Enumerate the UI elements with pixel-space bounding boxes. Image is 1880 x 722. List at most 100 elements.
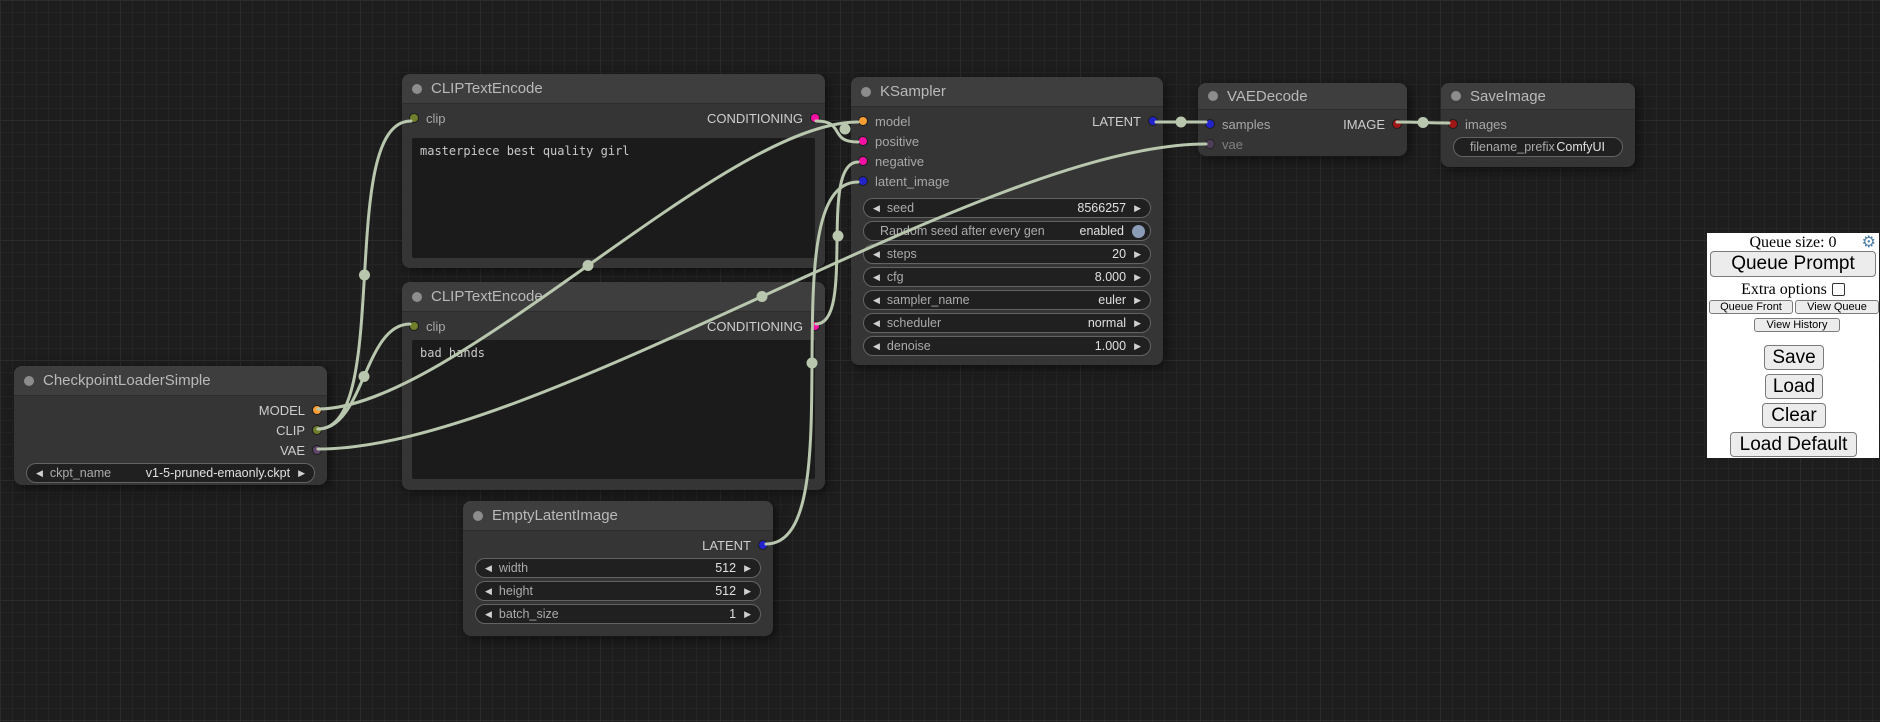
node-title-bar[interactable]: CLIPTextEncode [402,74,825,104]
decrement-icon[interactable]: ◀ [873,204,880,213]
node-save-image[interactable]: SaveImage images filename_prefix ComfyUI [1441,83,1635,167]
images-input-port[interactable] [1448,119,1458,129]
view-queue-button[interactable]: View Queue [1795,300,1879,314]
node-vae-decode[interactable]: VAEDecode samples IMAGE vae [1198,83,1407,156]
collapse-dot-icon[interactable] [861,87,871,97]
increment-icon[interactable]: ▶ [744,610,751,619]
node-title-bar[interactable]: VAEDecode [1198,83,1407,110]
positive-prompt-textarea[interactable]: masterpiece best quality girl [412,138,815,258]
clip-input-port[interactable] [409,113,419,123]
increment-icon[interactable]: ▶ [1134,319,1141,328]
node-title-bar[interactable]: EmptyLatentImage [463,501,773,531]
conditioning-output-port[interactable] [810,321,820,331]
extra-options-label: Extra options [1741,281,1827,298]
denoise-widget[interactable]: ◀ denoise 1.000 ▶ [863,336,1151,356]
widget-value: 8566257 [1077,201,1126,215]
node-title-bar[interactable]: KSampler [851,77,1163,107]
clip-output-port[interactable] [312,425,322,435]
toggle-enabled-icon[interactable] [1132,225,1145,238]
increment-icon[interactable]: ▶ [1134,296,1141,305]
increment-icon[interactable]: ▶ [298,469,305,478]
node-title-bar[interactable]: SaveImage [1441,83,1635,110]
latent-output-port[interactable] [758,540,768,550]
scheduler-widget[interactable]: ◀ scheduler normal ▶ [863,313,1151,333]
negative-input-port[interactable] [858,156,868,166]
node-title: KSampler [880,83,946,100]
vae-input-port[interactable] [1205,139,1215,149]
width-widget[interactable]: ◀ width 512 ▶ [475,558,761,578]
seed-widget[interactable]: ◀ seed 8566257 ▶ [863,198,1151,218]
collapse-dot-icon[interactable] [412,292,422,302]
latent-output-port[interactable] [1148,116,1158,126]
link-midpoint-dot [359,270,370,281]
collapse-dot-icon[interactable] [412,84,422,94]
view-history-button[interactable]: View History [1754,318,1840,332]
node-title-bar[interactable]: CheckpointLoaderSimple [14,366,327,396]
image-output-port[interactable] [1392,119,1402,129]
node-title-bar[interactable]: CLIPTextEncode [402,282,825,312]
random-seed-toggle-widget[interactable]: Random seed after every gen enabled [863,221,1151,241]
decrement-icon[interactable]: ◀ [873,319,880,328]
load-button[interactable]: Load [1765,374,1823,399]
node-clip-text-encode-positive[interactable]: CLIPTextEncode clip CONDITIONING masterp… [402,74,825,268]
ckpt-name-widget[interactable]: ◀ ckpt_name v1-5-pruned-emaonly.ckpt ▶ [26,463,315,483]
collapse-dot-icon[interactable] [24,376,34,386]
node-title: VAEDecode [1227,88,1308,105]
collapse-dot-icon[interactable] [1451,91,1461,101]
decrement-icon[interactable]: ◀ [873,250,880,259]
model-input-port[interactable] [858,116,868,126]
increment-icon[interactable]: ▶ [1134,342,1141,351]
widget-label: width [499,561,528,575]
node-empty-latent-image[interactable]: EmptyLatentImage LATENT ◀ width 512 ▶ ◀ … [463,501,773,636]
widget-value: v1-5-pruned-emaonly.ckpt [146,466,290,480]
link-clip-to-negative-encode [318,324,410,429]
sampler-name-widget[interactable]: ◀ sampler_name euler ▶ [863,290,1151,310]
cfg-widget[interactable]: ◀ cfg 8.000 ▶ [863,267,1151,287]
decrement-icon[interactable]: ◀ [485,564,492,573]
node-ksampler[interactable]: KSampler model LATENT positive negative … [851,77,1163,365]
save-button[interactable]: Save [1764,345,1824,370]
increment-icon[interactable]: ▶ [1134,273,1141,282]
vae-output-port[interactable] [312,445,322,455]
node-title: CLIPTextEncode [431,80,543,97]
link-midpoint-dot [1418,117,1429,128]
increment-icon[interactable]: ▶ [744,564,751,573]
widget-value: 8.000 [1095,270,1126,284]
positive-input-port[interactable] [858,136,868,146]
increment-icon[interactable]: ▶ [1134,204,1141,213]
samples-input-port[interactable] [1205,119,1215,129]
decrement-icon[interactable]: ◀ [485,610,492,619]
latent-image-input-port[interactable] [858,176,868,186]
settings-gear-icon[interactable]: ⚙ [1862,232,1876,251]
conditioning-output-port[interactable] [810,113,820,123]
collapse-dot-icon[interactable] [473,511,483,521]
steps-widget[interactable]: ◀ steps 20 ▶ [863,244,1151,264]
filename-prefix-widget[interactable]: filename_prefix ComfyUI [1453,137,1623,157]
queue-prompt-button[interactable]: Queue Prompt [1710,251,1876,277]
link-midpoint-dot [840,124,851,135]
increment-icon[interactable]: ▶ [1134,250,1141,259]
widget-label: denoise [887,339,931,353]
extra-options-checkbox[interactable] [1832,283,1845,296]
widget-label: cfg [887,270,904,284]
clip-input-port[interactable] [409,321,419,331]
clear-button[interactable]: Clear [1762,403,1826,428]
queue-front-button[interactable]: Queue Front [1709,300,1793,314]
node-checkpoint-loader-simple[interactable]: CheckpointLoaderSimple MODEL CLIP VAE ◀ … [14,366,327,485]
batch-size-widget[interactable]: ◀ batch_size 1 ▶ [475,604,761,624]
decrement-icon[interactable]: ◀ [873,342,880,351]
model-output-port[interactable] [312,405,322,415]
negative-prompt-textarea[interactable]: bad hands [412,340,815,479]
increment-icon[interactable]: ▶ [744,587,751,596]
collapse-dot-icon[interactable] [1208,91,1218,101]
widget-value: ComfyUI [1556,140,1605,154]
decrement-icon[interactable]: ◀ [36,469,43,478]
decrement-icon[interactable]: ◀ [485,587,492,596]
load-default-button[interactable]: Load Default [1730,432,1857,457]
decrement-icon[interactable]: ◀ [873,296,880,305]
node-clip-text-encode-negative[interactable]: CLIPTextEncode clip CONDITIONING bad han… [402,282,825,490]
decrement-icon[interactable]: ◀ [873,273,880,282]
widget-label: seed [887,201,914,215]
height-widget[interactable]: ◀ height 512 ▶ [475,581,761,601]
widget-value: 512 [715,561,736,575]
